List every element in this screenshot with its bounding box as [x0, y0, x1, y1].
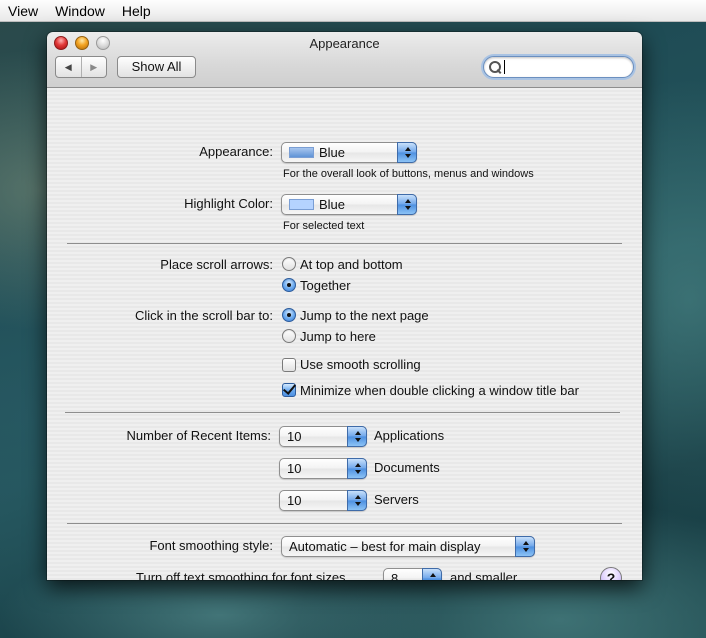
text-smoothing-suffix: and smaller. [450, 570, 521, 580]
highlight-color-popup[interactable]: Blue [281, 194, 417, 215]
text-smoothing-prefix: Turn off text smoothing for font sizes [136, 570, 346, 580]
recent-servers-popup[interactable]: 10 [279, 490, 367, 511]
separator [65, 412, 620, 413]
preferences-content: Appearance: Blue For the overall look of… [47, 88, 642, 580]
highlight-color-label: Highlight Color: [184, 196, 273, 211]
font-smoothing-popup[interactable]: Automatic – best for main display [281, 536, 535, 557]
navigation-buttons: ◀ ▶ [55, 56, 107, 78]
recent-servers-label: Servers [374, 492, 419, 507]
recent-items-label: Number of Recent Items: [126, 428, 272, 443]
menu-window[interactable]: Window [47, 0, 114, 22]
scroll-arrows-label: Place scroll arrows: [160, 257, 273, 272]
highlight-swatch [289, 199, 314, 210]
appearance-value: Blue [319, 145, 346, 160]
radio-together[interactable] [282, 278, 296, 292]
radio-jump-to-here-label[interactable]: Jump to here [300, 329, 376, 344]
popup-arrows-icon [397, 194, 417, 215]
forward-button[interactable]: ▶ [82, 57, 107, 77]
radio-jump-next-page[interactable] [282, 308, 296, 322]
radio-at-top-and-bottom-label[interactable]: At top and bottom [300, 257, 403, 272]
help-button[interactable]: ? [600, 567, 622, 580]
appearance-swatch [289, 147, 314, 158]
popup-arrows-icon [347, 458, 367, 479]
popup-arrows-icon [397, 142, 417, 163]
scroll-click-label: Click in the scroll bar to: [135, 308, 273, 323]
recent-documents-value: 10 [287, 461, 302, 476]
highlight-color-note: For selected text [283, 220, 365, 232]
font-smoothing-value: Automatic – best for main display [289, 539, 481, 554]
search-icon [489, 60, 502, 74]
appearance-label: Appearance: [199, 144, 273, 159]
popup-arrows-icon [347, 426, 367, 447]
popup-arrows-icon [515, 536, 535, 557]
smooth-scrolling-label[interactable]: Use smooth scrolling [300, 357, 421, 372]
text-cursor [504, 60, 505, 74]
radio-jump-next-page-label[interactable]: Jump to the next page [300, 308, 429, 323]
forward-arrow-icon: ▶ [90, 61, 98, 72]
recent-documents-popup[interactable]: 10 [279, 458, 367, 479]
recent-applications-label: Applications [374, 428, 445, 443]
minimize-double-click-checkbox[interactable] [282, 383, 296, 397]
separator [67, 243, 622, 244]
recent-documents-label: Documents [374, 460, 440, 475]
popup-arrows-icon [422, 568, 442, 580]
recent-servers-value: 10 [287, 493, 302, 508]
radio-jump-to-here[interactable] [282, 329, 296, 343]
window-title: Appearance [309, 36, 380, 51]
title-bar[interactable]: Appearance ◀ ▶ Show All [47, 32, 642, 88]
question-mark-icon: ? [606, 570, 616, 580]
popup-arrows-icon [347, 490, 367, 511]
show-all-button[interactable]: Show All [117, 56, 196, 78]
back-arrow-icon: ◀ [64, 61, 72, 72]
recent-applications-value: 10 [287, 429, 302, 444]
radio-together-label[interactable]: Together [300, 278, 351, 293]
radio-at-top-and-bottom[interactable] [282, 257, 296, 271]
search-field[interactable] [483, 56, 634, 78]
menu-view[interactable]: View [0, 0, 47, 22]
preferences-window: Appearance ◀ ▶ Show All Appearance: Blue… [47, 32, 642, 580]
back-button[interactable]: ◀ [56, 57, 82, 77]
smooth-scrolling-checkbox[interactable] [282, 358, 296, 372]
highlight-color-value: Blue [319, 197, 346, 212]
text-smoothing-size-popup[interactable]: 8 [383, 568, 442, 580]
recent-applications-popup[interactable]: 10 [279, 426, 367, 447]
text-smoothing-size-value: 8 [391, 571, 399, 580]
appearance-popup[interactable]: Blue [281, 142, 417, 163]
separator [67, 523, 622, 524]
menu-help[interactable]: Help [114, 0, 160, 22]
minimize-double-click-label[interactable]: Minimize when double clicking a window t… [300, 383, 579, 398]
appearance-note: For the overall look of buttons, menus a… [283, 168, 534, 180]
menu-bar: View Window Help [0, 0, 706, 22]
font-smoothing-label: Font smoothing style: [149, 538, 273, 553]
